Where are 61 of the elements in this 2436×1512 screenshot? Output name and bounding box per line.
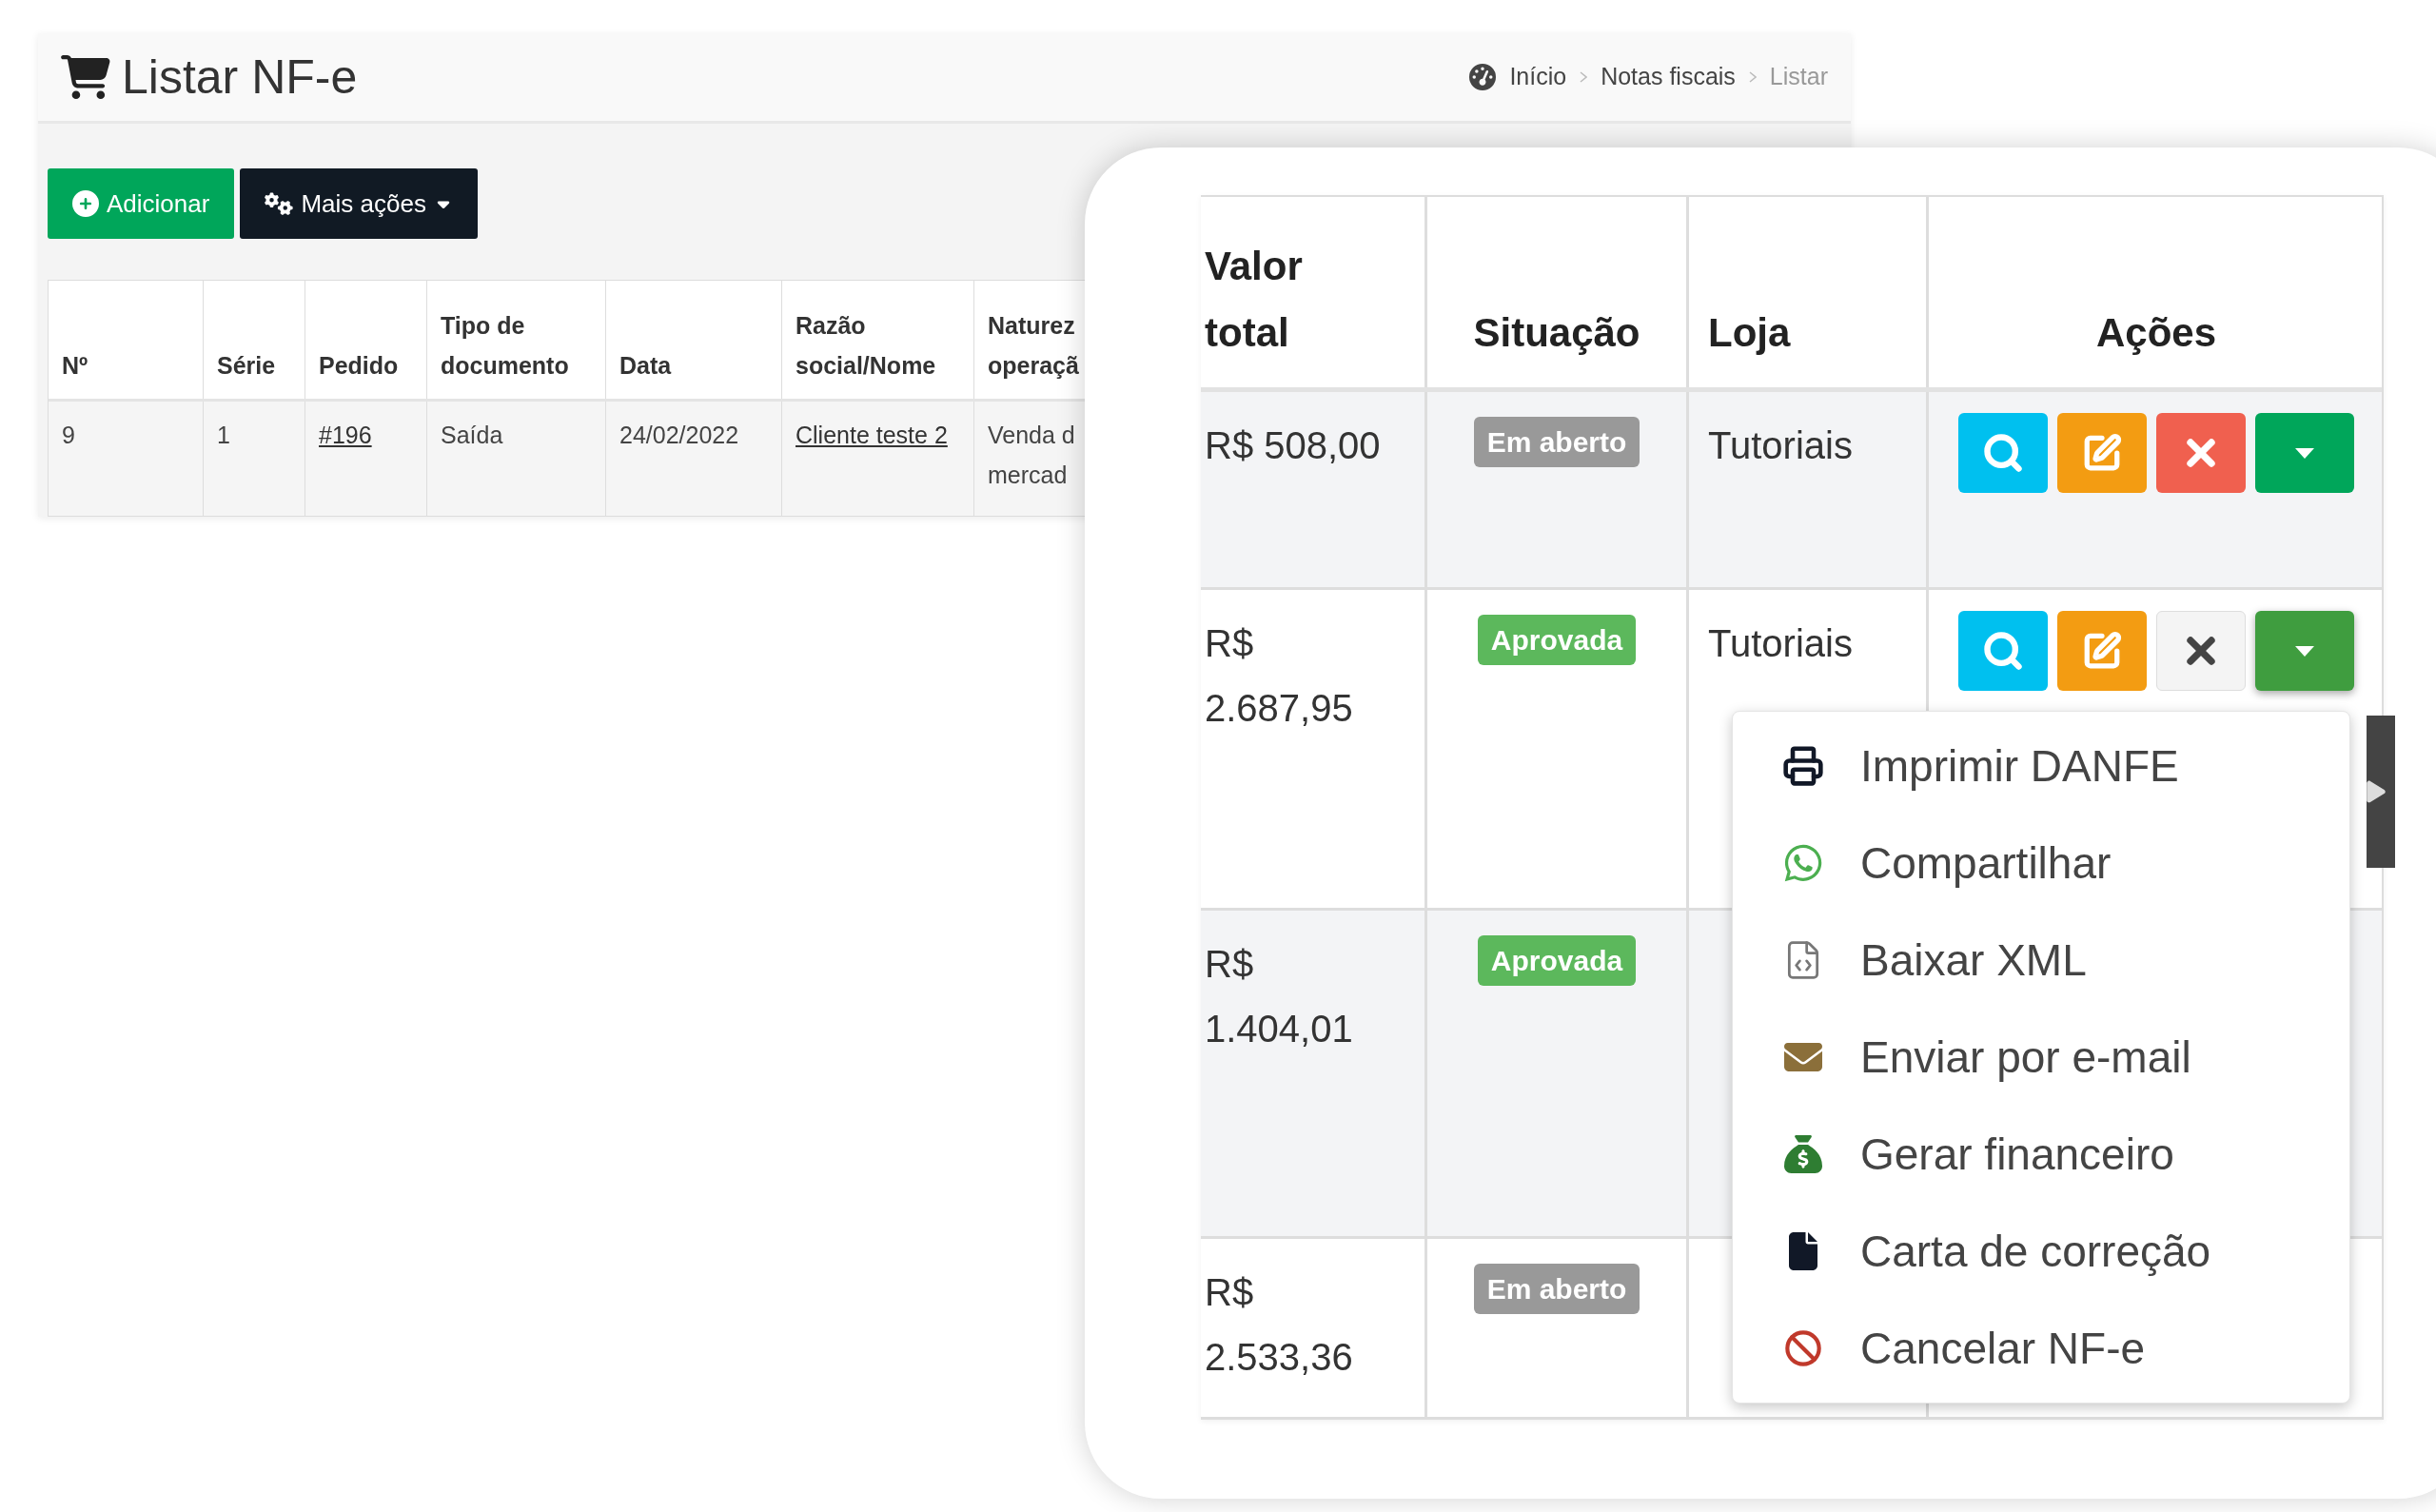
menu-item[interactable]: Compartilhar (1733, 815, 2349, 912)
search-icon (1982, 432, 2024, 474)
column-header: Pedido (319, 351, 399, 381)
table-cell: Saída (441, 422, 503, 448)
edit-button[interactable] (2057, 413, 2147, 493)
whatsapp-icon (1782, 842, 1824, 884)
table-cell: 24/02/2022 (619, 422, 739, 448)
chevron-icon (1580, 71, 1588, 83)
column-header: Loja (1708, 309, 1791, 357)
gears-icon (265, 189, 294, 218)
cart-icon (61, 55, 110, 99)
dashboard-icon (1469, 64, 1497, 90)
view-button[interactable] (1958, 413, 2048, 493)
table-cell: 9 (62, 422, 75, 448)
column-header: Razão social/Nome (796, 311, 937, 381)
edit-icon (2082, 631, 2122, 671)
column-header: Ações (2095, 309, 2217, 357)
document-icon (1786, 1232, 1820, 1270)
menu-item[interactable]: Gerar financeiro (1733, 1106, 2349, 1203)
view-button[interactable] (1958, 611, 2048, 691)
status-badge: Em aberto (1473, 1264, 1640, 1314)
menu-item[interactable]: Imprimir DANFE (1733, 717, 2349, 815)
caret-icon (2295, 645, 2314, 657)
table-cell: Tutoriais (1708, 622, 1853, 664)
table-link[interactable]: #196 (319, 422, 372, 448)
search-icon (1982, 630, 2024, 672)
plus-icon (72, 190, 99, 217)
printer-icon (1782, 745, 1824, 787)
amount-text: R$ 508,00 (1205, 423, 1382, 468)
money-bag-icon (1784, 1135, 1822, 1173)
column-header: Naturez operaçã (988, 311, 1080, 381)
table-link[interactable]: Cliente teste 2 (796, 422, 948, 448)
table-cell: Tutoriais (1708, 424, 1853, 466)
column-header: Valor total (1205, 243, 1304, 357)
edit-button[interactable] (2057, 611, 2147, 691)
status-badge: Em aberto (1473, 417, 1640, 467)
breadcrumb-link[interactable]: Início (1509, 59, 1567, 95)
column-header: Situação (1473, 309, 1640, 357)
dropdown-button[interactable] (2255, 413, 2354, 493)
menu-item[interactable]: Cancelar NF-e (1733, 1300, 2349, 1397)
more-actions-button[interactable]: Mais ações (240, 168, 478, 239)
chevron-icon (1748, 71, 1757, 83)
cancel-icon (1784, 1329, 1822, 1367)
column-header: Tipo de documento (441, 311, 570, 381)
caret-icon (2295, 447, 2314, 459)
amount-text: R$ 1.404,01 (1205, 942, 1354, 1051)
page-title: Listar NF-e (122, 49, 358, 106)
status-badge: Aprovada (1477, 615, 1637, 665)
status-badge: Aprovada (1477, 935, 1637, 986)
column-header: Série (217, 351, 276, 381)
table-cell: Venda d mercad (988, 422, 1075, 488)
amount-text: R$ 2.687,95 (1205, 621, 1354, 731)
column-header: Data (619, 351, 672, 381)
edit-icon (2082, 433, 2122, 473)
amount-text: R$ 2.533,36 (1205, 1270, 1354, 1380)
column-header: Nº (62, 351, 88, 381)
table-cell: 1 (217, 422, 230, 448)
menu-item[interactable]: Baixar XML (1733, 912, 2349, 1009)
menu-item[interactable]: Enviar por e-mail (1733, 1009, 2349, 1106)
menu-item[interactable]: Carta de correção (1733, 1203, 2349, 1300)
breadcrumb-link[interactable]: Notas fiscais (1601, 59, 1736, 95)
